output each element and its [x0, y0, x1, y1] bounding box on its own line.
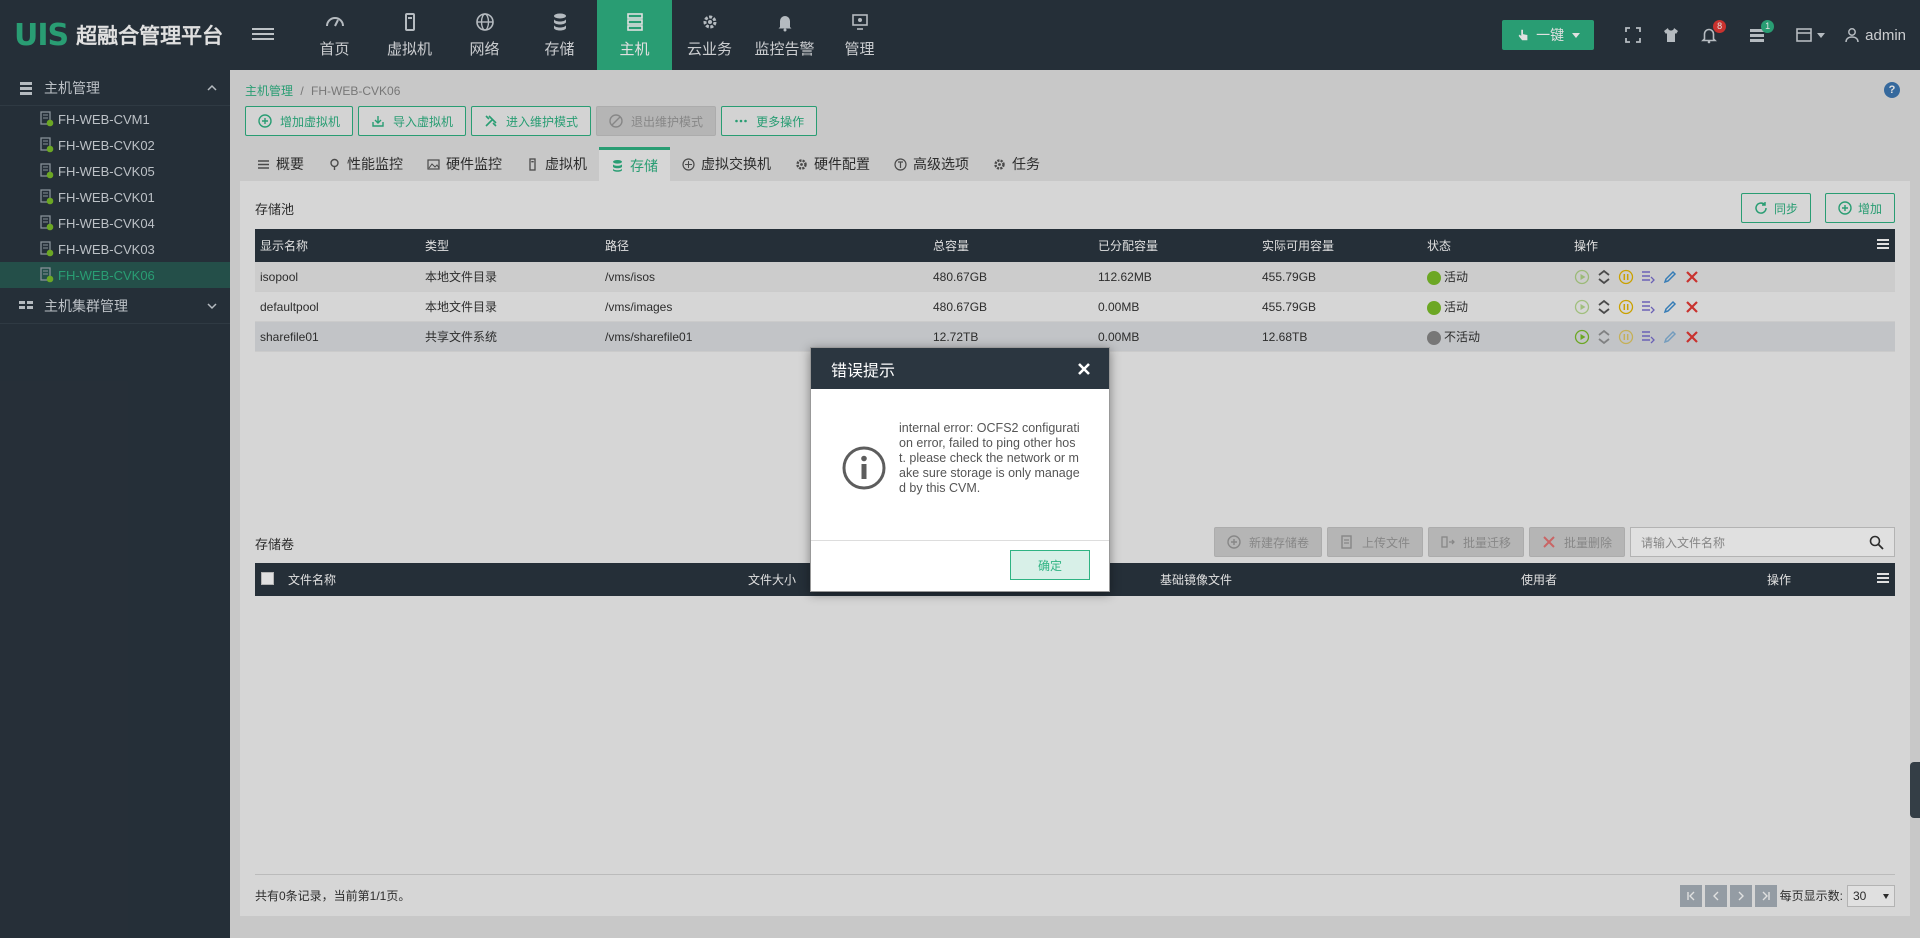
dialog-title: 错误提示 — [831, 362, 896, 380]
ok-button[interactable]: 确定 — [1010, 550, 1090, 580]
close-icon[interactable] — [1077, 362, 1091, 376]
error-dialog: 错误提示 internal error: OCFS2 configuration… — [810, 347, 1110, 592]
dialog-message: internal error: OCFS2 configuration erro… — [899, 421, 1080, 495]
dialog-footer: 确定 — [811, 541, 1109, 591]
dialog-header: 错误提示 — [811, 348, 1109, 389]
dialog-body: internal error: OCFS2 configuration erro… — [811, 389, 1109, 541]
info-icon — [842, 446, 886, 490]
